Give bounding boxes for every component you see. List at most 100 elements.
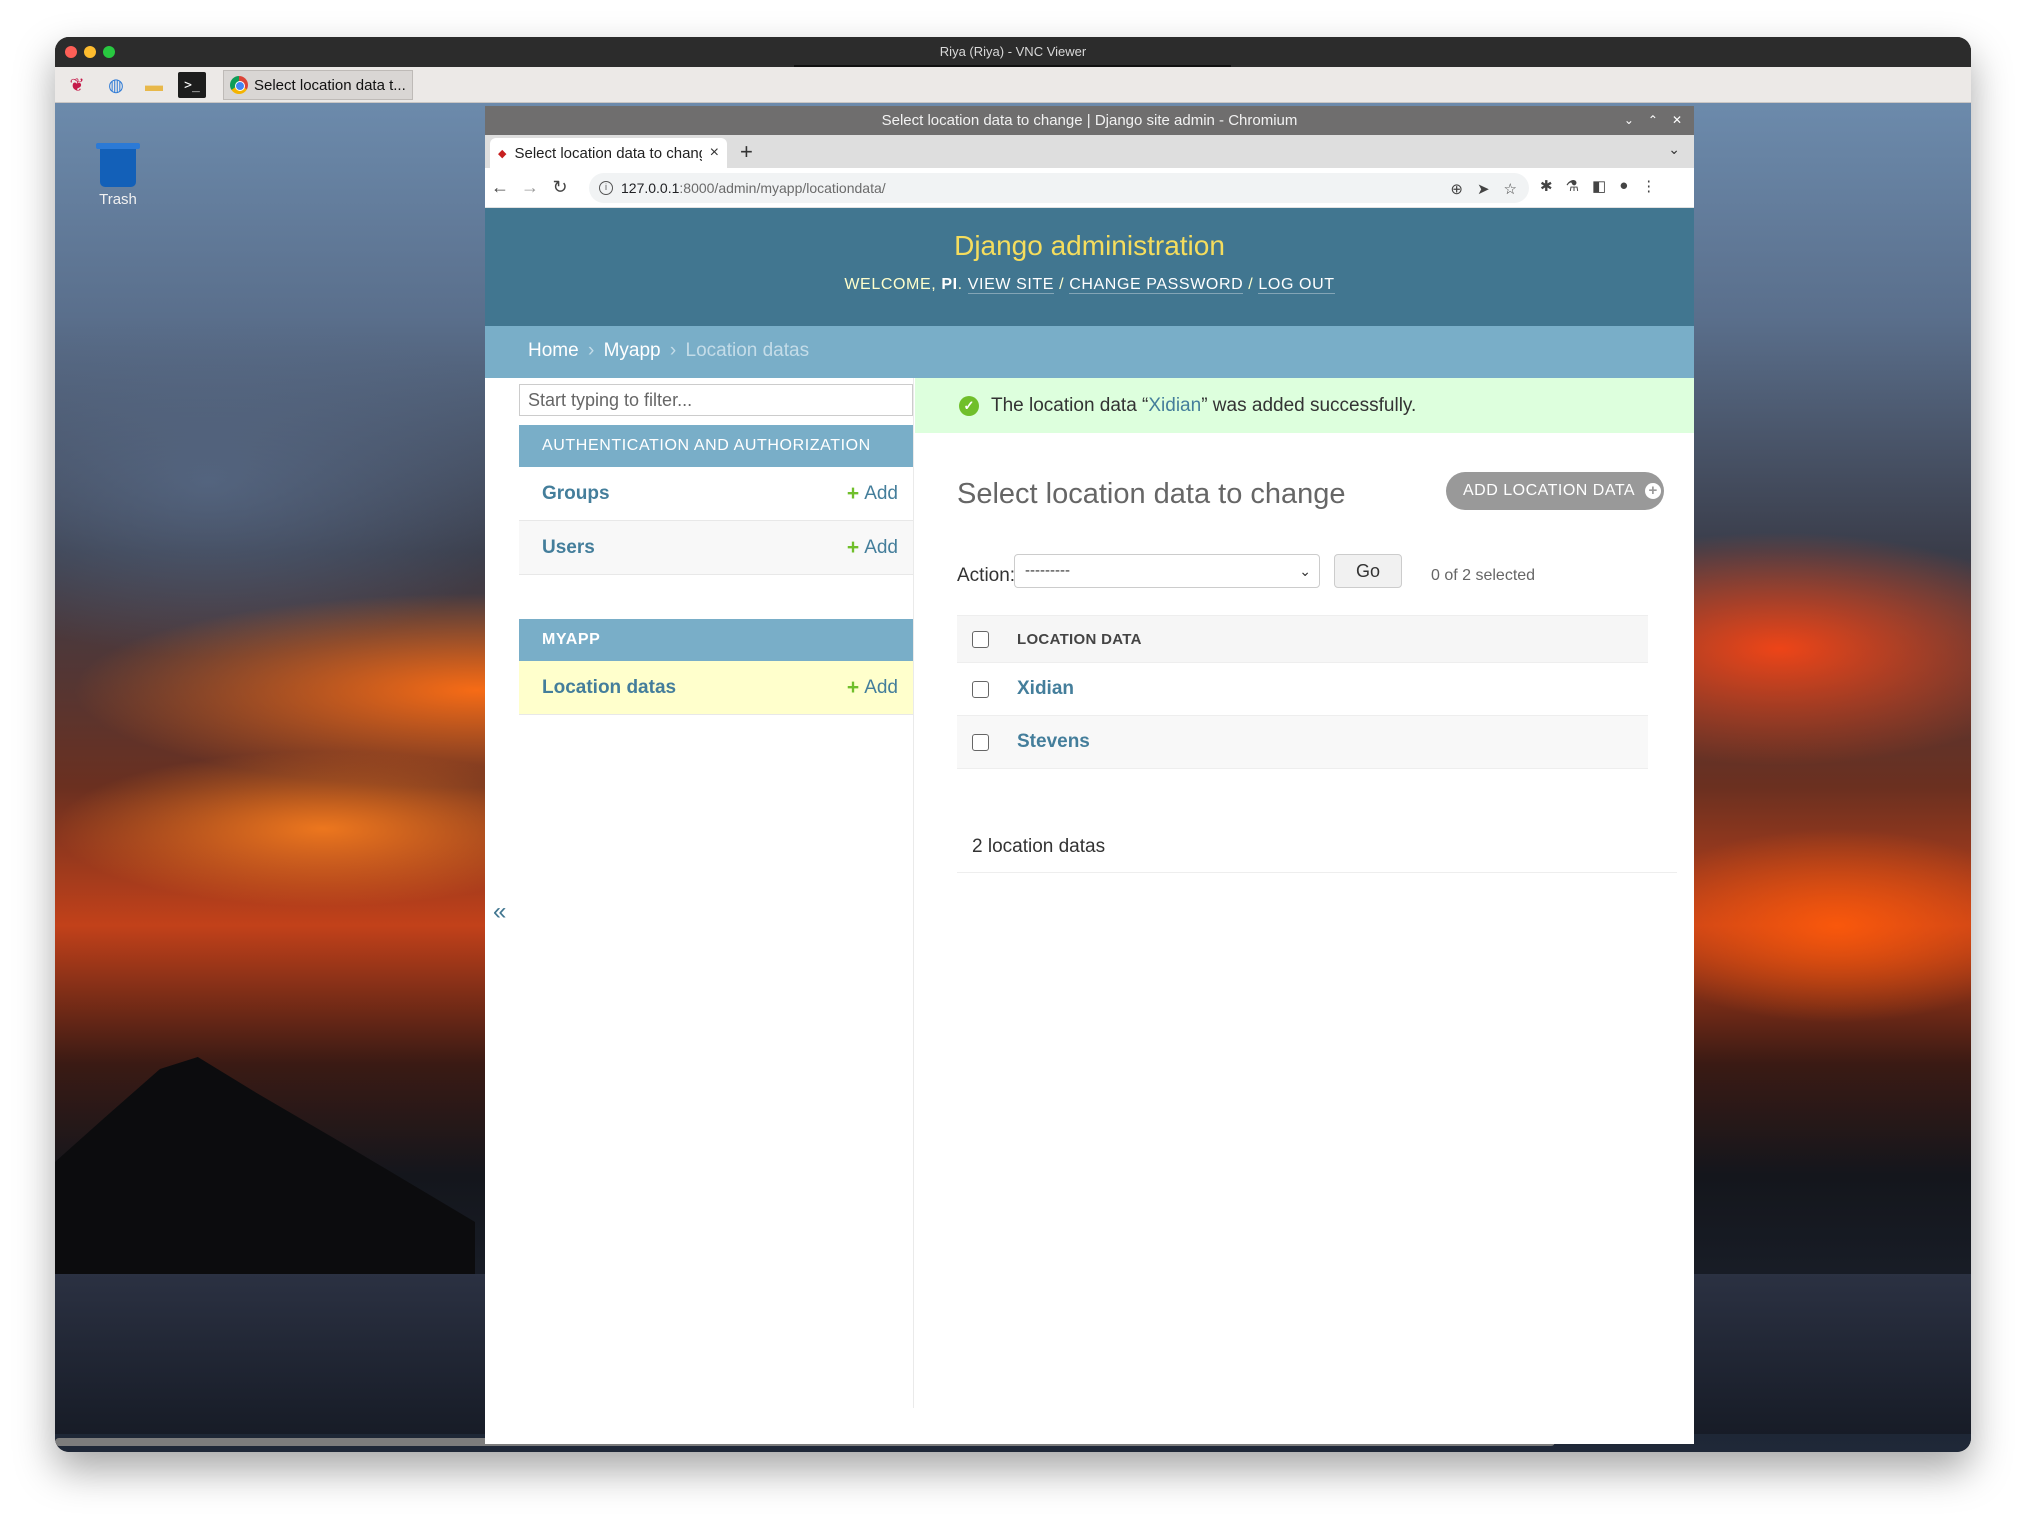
action-selected-value: --------- — [1025, 562, 1070, 579]
checkmark-icon: ✓ — [959, 395, 979, 416]
chromium-window: Select location data to change | Django … — [485, 106, 1694, 1444]
tab-strip: ◆ Select location data to change × + ⌄ — [485, 135, 1694, 168]
django-favicon-icon: ◆ — [498, 147, 507, 160]
add-icon: + — [846, 675, 860, 699]
view-site-link[interactable]: VIEW SITE — [967, 276, 1055, 294]
module-caption-myapp[interactable]: MYAPP — [519, 619, 913, 661]
column-header-location-data[interactable]: LOCATION DATA — [1017, 631, 1142, 648]
content-main: ✓ The location data “Xidian” was added s… — [915, 378, 1694, 1408]
add-label: Add — [864, 676, 898, 698]
users-link[interactable]: Users — [542, 537, 595, 559]
zoom-icon[interactable]: ⊕ — [1450, 180, 1463, 198]
browser-launcher-icon[interactable]: ◍ — [102, 72, 130, 98]
location-datas-link[interactable]: Location datas — [542, 677, 676, 699]
module-myapp: MYAPP Location datas + Add — [519, 619, 913, 715]
add-icon: + — [846, 535, 860, 559]
page-title: Select location data to change — [957, 478, 1346, 510]
success-message: ✓ The location data “Xidian” was added s… — [915, 378, 1694, 433]
username: PI — [941, 276, 958, 293]
url-path: :8000/admin/myapp/locationdata/ — [679, 180, 886, 196]
add-user-button[interactable]: + Add — [847, 536, 898, 560]
site-info-icon[interactable]: i — [599, 181, 613, 195]
breadcrumb-current: Location datas — [685, 340, 810, 361]
menu-kebab-icon[interactable]: ⋮ — [1641, 177, 1656, 195]
browser-tab-active[interactable]: ◆ Select location data to change × — [490, 138, 727, 168]
breadcrumb-home[interactable]: Home — [528, 340, 579, 361]
sidebar-item-users: Users + Add — [519, 521, 913, 575]
tab-search-chevron-icon[interactable]: ⌄ — [1668, 141, 1680, 158]
bookmark-star-icon[interactable]: ☆ — [1504, 180, 1517, 198]
taskbar: ❦ ◍ ▬ >_ Select location data t... — [55, 67, 1971, 103]
select-all-checkbox[interactable] — [972, 630, 989, 648]
add-label: Add — [864, 536, 898, 558]
row-link-xidian[interactable]: Xidian — [1017, 678, 1074, 700]
chromium-titlebar: Select location data to change | Django … — [485, 106, 1694, 135]
main-area: « Start typing to filter... AUTHENTICATI… — [485, 378, 1694, 1408]
nav-filter-input[interactable]: Start typing to filter... — [519, 384, 913, 416]
table-row: Stevens — [957, 716, 1648, 769]
collapse-sidebar-icon[interactable]: « — [493, 898, 506, 926]
close-icon[interactable]: ✕ — [1672, 106, 1682, 135]
trash-desktop-icon[interactable]: Trash — [88, 143, 148, 208]
url-host: 127.0.0.1 — [621, 180, 680, 196]
result-list: LOCATION DATA Xidian Stevens — [957, 615, 1648, 769]
row-link-stevens[interactable]: Stevens — [1017, 731, 1090, 753]
browser-toolbar: ← → ↻ i 127.0.0.1:8000/admin/myapp/locat… — [485, 168, 1694, 208]
lab-flask-icon[interactable]: ⚗ — [1566, 177, 1579, 195]
change-password-link[interactable]: CHANGE PASSWORD — [1069, 276, 1244, 294]
profile-avatar-icon[interactable]: ● — [1619, 177, 1628, 195]
row-checkbox[interactable] — [972, 733, 989, 751]
vnc-window-title: Riya (Riya) - VNC Viewer — [939, 44, 1087, 59]
trash-label: Trash — [99, 191, 137, 208]
nav-sidebar: Start typing to filter... AUTHENTICATION… — [519, 378, 914, 1408]
sidebar-item-location-datas: Location datas + Add — [519, 661, 913, 715]
table-header: LOCATION DATA — [957, 615, 1648, 663]
add-group-button[interactable]: + Add — [847, 482, 898, 506]
reload-icon[interactable]: ↻ — [545, 177, 575, 198]
tab-close-icon[interactable]: × — [710, 144, 719, 162]
add-location-data-button[interactable]: ADD LOCATION DATA + — [1446, 472, 1664, 510]
module-caption-auth[interactable]: AUTHENTICATION AND AUTHORIZATION — [519, 425, 913, 467]
minimize-icon[interactable]: ⌄ — [1624, 106, 1634, 135]
breadcrumb-separator-icon: › — [587, 340, 595, 361]
breadcrumb: Home › Myapp › Location datas — [485, 326, 1694, 378]
user-tools: WELCOME, PI. VIEW SITE / CHANGE PASSWORD… — [844, 276, 1335, 294]
extensions-puzzle-icon[interactable]: ✱ — [1540, 177, 1553, 195]
message-object-link[interactable]: Xidian — [1148, 395, 1201, 416]
sidebar-item-groups: Groups + Add — [519, 467, 913, 521]
action-select[interactable]: --------- ⌄ — [1014, 554, 1320, 588]
module-auth: AUTHENTICATION AND AUTHORIZATION Groups … — [519, 425, 913, 575]
breadcrumb-separator-icon: › — [669, 340, 677, 361]
trash-icon — [96, 143, 140, 187]
django-header: Django administration WELCOME, PI. VIEW … — [485, 208, 1694, 326]
maximize-icon[interactable]: ⌃ — [1648, 106, 1658, 135]
welcome-text: WELCOME, — [844, 276, 937, 293]
vnc-viewer-window: Riya (Riya) - VNC Viewer ❦ ◍ ▬ >_ Select… — [55, 37, 1971, 1452]
log-out-link[interactable]: LOG OUT — [1258, 276, 1335, 294]
address-bar[interactable]: i 127.0.0.1:8000/admin/myapp/locationdat… — [589, 173, 1529, 203]
chromium-icon — [230, 76, 248, 94]
selection-counter: 0 of 2 selected — [1431, 567, 1536, 584]
tab-title: Select location data to change — [514, 144, 702, 162]
row-checkbox[interactable] — [972, 680, 989, 698]
add-location-data-link[interactable]: + Add — [847, 676, 898, 700]
table-row: Xidian — [957, 663, 1648, 716]
plus-circle-icon: + — [1645, 483, 1662, 499]
groups-link[interactable]: Groups — [542, 483, 610, 505]
forward-icon[interactable]: → — [515, 177, 545, 198]
action-label: Action: — [957, 565, 1016, 586]
breadcrumb-myapp[interactable]: Myapp — [604, 340, 661, 361]
taskbar-task-label: Select location data t... — [254, 76, 406, 94]
chromium-window-title: Select location data to change | Django … — [881, 112, 1298, 129]
go-button[interactable]: Go — [1334, 554, 1402, 588]
add-button-label: ADD LOCATION DATA — [1463, 482, 1636, 499]
back-icon[interactable]: ← — [485, 177, 515, 198]
file-manager-icon[interactable]: ▬ — [140, 72, 168, 98]
site-branding[interactable]: Django administration — [485, 208, 1694, 262]
raspberry-menu-icon[interactable]: ❦ — [63, 72, 91, 98]
new-tab-icon[interactable]: + — [740, 139, 753, 165]
terminal-icon[interactable]: >_ — [178, 72, 206, 98]
side-panel-icon[interactable]: ◧ — [1592, 177, 1606, 195]
taskbar-chromium-task[interactable]: Select location data t... — [223, 70, 413, 100]
send-icon[interactable]: ➤ — [1477, 180, 1490, 198]
